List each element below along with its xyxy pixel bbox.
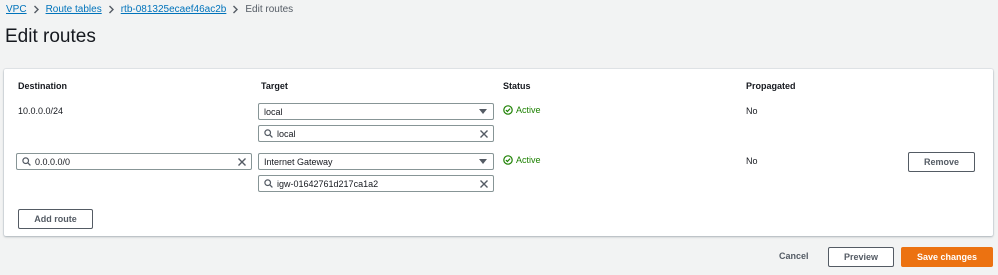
route-2-destination-value: 0.0.0.0/0 <box>35 156 71 167</box>
caret-down-icon <box>479 159 487 165</box>
route-1-target-type-value: local <box>264 106 283 117</box>
breadcrumb: VPC Route tables rtb-081325ecaef46ac2b E… <box>6 2 293 16</box>
page-title: Edit routes <box>5 26 96 47</box>
breadcrumb-current: Edit routes <box>245 3 294 15</box>
breadcrumb-route-tables[interactable]: Route tables <box>46 4 102 15</box>
close-icon[interactable] <box>479 129 489 139</box>
route-1-status-text: Active <box>516 105 541 115</box>
route-1-destination: 10.0.0.0/24 <box>18 106 64 116</box>
close-icon[interactable] <box>479 179 489 189</box>
route-2-destination-input[interactable]: 0.0.0.0/0 <box>16 153 252 170</box>
check-circle-icon <box>503 155 513 165</box>
route-2-target-search-value: igw-01642761d217ca1a2 <box>277 178 379 189</box>
route-2-target-type-select[interactable]: Internet Gateway <box>258 153 494 170</box>
chevron-right-icon <box>108 5 115 14</box>
check-circle-icon <box>503 105 513 115</box>
chevron-right-icon <box>232 5 239 14</box>
routes-panel: Destination Target Status Propagated 10.… <box>4 69 993 236</box>
header-destination: Destination <box>18 81 68 91</box>
add-route-button[interactable]: Add route <box>18 209 93 229</box>
close-icon[interactable] <box>237 157 247 167</box>
remove-route-button[interactable]: Remove <box>908 152 975 172</box>
route-2-target-search-input[interactable]: igw-01642761d217ca1a2 <box>258 175 494 192</box>
header-status: Status <box>503 81 531 91</box>
caret-down-icon <box>479 109 487 115</box>
route-2-status-text: Active <box>516 155 541 165</box>
route-1-target-type-select[interactable]: local <box>258 103 494 120</box>
route-2-target-type-value: Internet Gateway <box>264 156 333 167</box>
preview-button[interactable]: Preview <box>828 247 894 267</box>
chevron-right-icon <box>33 5 40 14</box>
route-1-target-search-input[interactable]: local <box>258 125 494 142</box>
route-1-propagated: No <box>746 106 758 116</box>
route-1-status: Active <box>503 105 541 115</box>
breadcrumb-vpc[interactable]: VPC <box>6 4 27 15</box>
header-target: Target <box>261 81 288 91</box>
header-propagated: Propagated <box>746 81 796 91</box>
search-icon <box>264 179 273 188</box>
route-2-propagated: No <box>746 156 758 166</box>
cancel-button[interactable]: Cancel <box>779 251 809 261</box>
save-changes-button[interactable]: Save changes <box>901 247 993 267</box>
route-2-status: Active <box>503 155 541 165</box>
route-1-target-search-value: local <box>277 128 296 139</box>
search-icon <box>264 129 273 138</box>
breadcrumb-route-table-id[interactable]: rtb-081325ecaef46ac2b <box>121 4 227 15</box>
search-icon <box>22 157 31 166</box>
